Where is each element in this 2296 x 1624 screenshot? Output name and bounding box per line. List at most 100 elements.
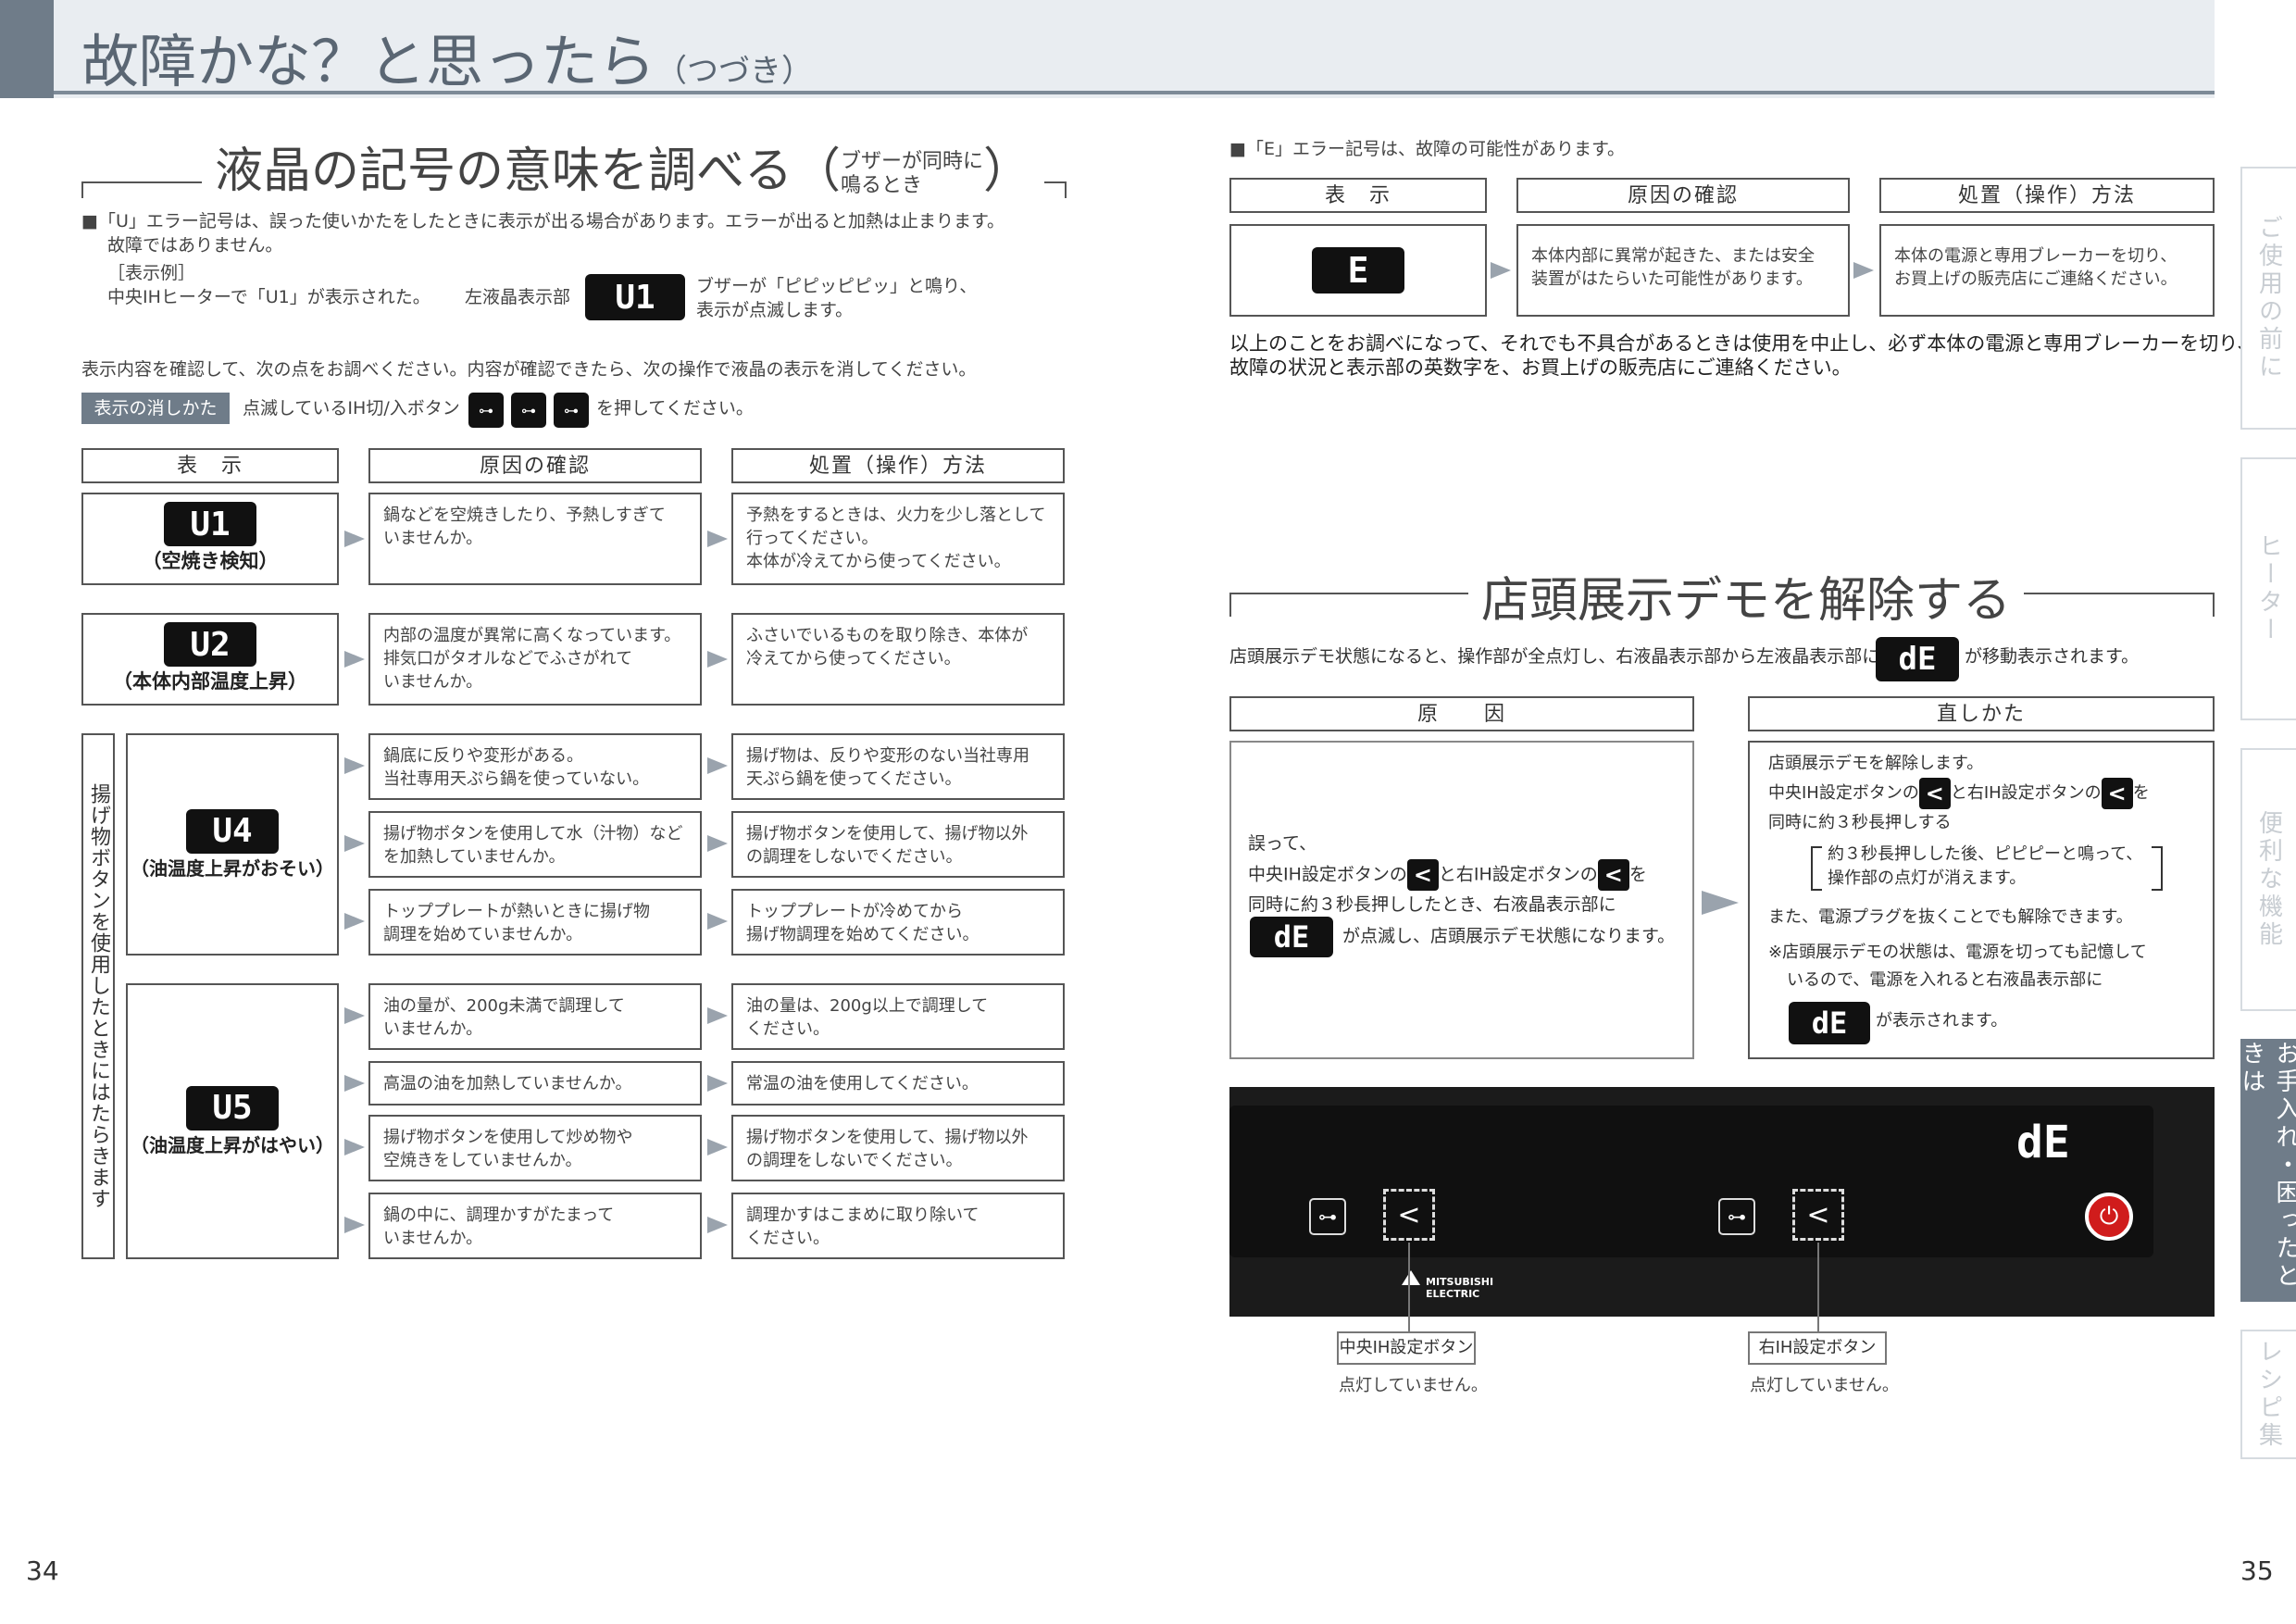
fix-line-5: 操作部の点灯が消えます。 (1828, 868, 2027, 888)
chevron-left-icon: < (2101, 778, 2133, 809)
arrow-icon (707, 531, 728, 547)
col-header-display: 表 示 (81, 448, 339, 483)
col-header-action: 処置（操作）方法 (731, 448, 1065, 483)
arrow-icon (344, 757, 365, 774)
center-ih-setting-button[interactable]: < (1383, 1189, 1435, 1241)
e-col-action: 処置（操作）方法 (1879, 178, 2215, 213)
action-e: 本体の電源と専用ブレーカーを切り、 お買上げの販売店にご連絡ください。 (1879, 224, 2215, 317)
display-e: E (1229, 224, 1487, 317)
reason-line-4: が点滅し、店頭展示デモ状態になります。 (1342, 926, 1676, 946)
fix-line-6: また、電源プラグを抜くことでも解除できます。 (1768, 907, 2133, 927)
tab-useful-functions[interactable]: 便利な機能 (2240, 748, 2296, 1011)
col-header-cause: 原因の確認 (368, 448, 702, 483)
arrow-icon (344, 651, 365, 668)
center-off-text: 点灯していません。 (1339, 1376, 1488, 1395)
reason-line-1: 誤って、 (1248, 833, 1317, 854)
fix-line-3: 同時に約３秒長押しする (1768, 813, 1952, 832)
chevron-left-icon: < (1918, 778, 1951, 809)
action-u4-2: 揚げ物ボタンを使用して、揚げ物以外 の調理をしないでください。 (731, 811, 1065, 878)
arrow-icon (707, 1007, 728, 1024)
header-accent-block (0, 0, 54, 98)
example-lcd-label: 左液晶表示部 (465, 287, 571, 307)
fix-line-9: が表示されます。 (1876, 1011, 2008, 1031)
example-label: ［表示例］ (107, 263, 196, 283)
col-header-fix: 直しかた (1748, 696, 2215, 731)
u-error-intro-2: 故障ではありません。 (107, 235, 283, 256)
action-u1: 予熱をするときは、火力を少し落として 行ってください。 本体が冷えてから使ってく… (731, 493, 1065, 585)
display-u5: U5 （油温度上昇がはやい） (126, 983, 339, 1259)
label-right-ih: 右IH設定ボタン (1748, 1331, 1887, 1365)
leader-line (1817, 1243, 1819, 1331)
action-u4-1: 揚げ物は、反りや変形のない当社専用 天ぷら鍋を使ってください。 (731, 733, 1065, 800)
chevron-left-icon: < (1597, 859, 1629, 891)
tab-recipes[interactable]: レシピ集 (2240, 1330, 2296, 1459)
cause-u1: 鍋などを空焼きしたり、予熱しすぎて いませんか。 (368, 493, 702, 585)
arrow-icon (707, 835, 728, 852)
cause-u5-1: 油の量が、200g未満で調理して いませんか。 (368, 983, 702, 1050)
action-u4-3: トッププレートが冷めてから 揚げ物調理を始めてください。 (731, 889, 1065, 956)
tab-care-troubleshooting[interactable]: お手入れ・困ったときは (2238, 1039, 2296, 1302)
action-u5-4: 調理かすはこまめに取り除いて ください。 (731, 1193, 1065, 1259)
cause-u4-1: 鍋底に反りや変形がある。 当社専用天ぷら鍋を使っていない。 (368, 733, 702, 800)
arrow-icon (344, 1217, 365, 1233)
arrow-icon (344, 1075, 365, 1092)
power-button[interactable]: ⏻ (2085, 1193, 2133, 1241)
cause-u5-4: 鍋の中に、調理かすがたまって いませんか。 (368, 1193, 702, 1259)
display-u4: U4 （油温度上昇がおそい） (126, 733, 339, 956)
ih-toggle-icon-center[interactable]: ⊶ (511, 393, 546, 428)
cause-e: 本体内部に異常が起きた、または安全 装置がはたらいた可能性があります。 (1516, 224, 1850, 317)
lcd-u1: U1 (164, 502, 256, 546)
ih-toggle-icon-right-panel[interactable]: ⊶ (1718, 1198, 1755, 1235)
page-number-right: 35 (2240, 1555, 2274, 1586)
action-u2: ふさいでいるものを取り除き、本体が 冷えてから使ってください。 (731, 613, 1065, 706)
lcd-u4: U4 (186, 808, 279, 854)
arrow-icon (707, 913, 728, 930)
ih-toggle-icon-right[interactable]: ⊶ (554, 393, 589, 428)
cause-u4-2: 揚げ物ボタンを使用して水（汁物）など を加熱していませんか。 (368, 811, 702, 878)
arrow-icon (344, 835, 365, 852)
example-text: 中央IHヒーターで「U1」が表示された。 (107, 287, 430, 307)
ih-toggle-icon-left[interactable]: ⊶ (468, 393, 504, 428)
label-center-ih: 中央IH設定ボタン (1337, 1331, 1476, 1365)
arrow-icon (344, 913, 365, 930)
erase-text-2: を押してください。 (596, 398, 754, 418)
reason-line-3: 同時に約３秒長押ししたとき、右液晶表示部に (1248, 894, 1616, 915)
erase-text: 点滅しているIH切/入ボタン (243, 398, 460, 418)
panel-lcd: dE (2016, 1117, 2070, 1168)
chevron-left-icon: < (1406, 859, 1439, 891)
arrow-icon (707, 757, 728, 774)
page-number-left: 34 (26, 1555, 59, 1586)
display-u1: U1 （空焼き検知） (81, 493, 339, 585)
lcd-de-blink: dE (1250, 917, 1333, 957)
arrow-icon (707, 1217, 728, 1233)
right-ih-setting-button[interactable]: < (1792, 1189, 1844, 1241)
fix-line-4: 約３秒長押しした後、ピピピーと鳴って、 (1828, 844, 2143, 864)
ih-toggle-icon-center-panel[interactable]: ⊶ (1309, 1198, 1346, 1235)
lcd-u5: U5 (186, 1085, 279, 1131)
arrow-icon (344, 1139, 365, 1156)
example-lcd: U1 (585, 274, 685, 320)
arrow-icon (344, 531, 365, 547)
section-title-lcd: 液晶の記号の意味を調べる（ブザーが同時に 鳴るとき） (202, 131, 1045, 201)
lcd-de: dE (1876, 637, 1959, 681)
tab-heater[interactable]: ヒーター (2240, 457, 2296, 720)
example-note-2: 表示が点滅します。 (696, 300, 854, 320)
arrow-icon (707, 1075, 728, 1092)
right-off-text: 点灯していません。 (1750, 1376, 1899, 1395)
demo-intro: 店頭展示デモ状態になると、操作部が全点灯し、右液晶表示部から左液晶表示部に (1229, 646, 1880, 667)
fix-line-8: いるので、電源を入れると右液晶表示部に (1787, 970, 2103, 990)
brand-logo: MITSUBISHI ELECTRIC (1426, 1276, 1494, 1300)
lcd-de-fix: dE (1789, 1002, 1870, 1044)
cause-u4-3: トッププレートが熱いときに揚げ物 調理を始めていませんか。 (368, 889, 702, 956)
tab-before-use[interactable]: ご使用の前に (2240, 167, 2296, 430)
arrow-icon (1853, 262, 1874, 279)
action-u5-1: 油の量は、200g以上で調理して ください。 (731, 983, 1065, 1050)
e-col-cause: 原因の確認 (1516, 178, 1850, 213)
u-error-intro: ■「U」エラー記号は、誤った使いかたをしたときに表示が出る場合があります。エラー… (81, 211, 1005, 231)
fix-line-7: ※店頭展示デモの状態は、電源を切っても記憶して (1768, 943, 2147, 962)
e-col-display: 表 示 (1229, 178, 1487, 213)
section-title-demo: 店頭展示デモを解除する (1468, 561, 2025, 631)
arrow-icon (707, 651, 728, 668)
cause-u5-3: 揚げ物ボタンを使用して炒め物や 空焼きをしていませんか。 (368, 1115, 702, 1181)
action-u5-3: 揚げ物ボタンを使用して、揚げ物以外 の調理をしないでください。 (731, 1115, 1065, 1181)
